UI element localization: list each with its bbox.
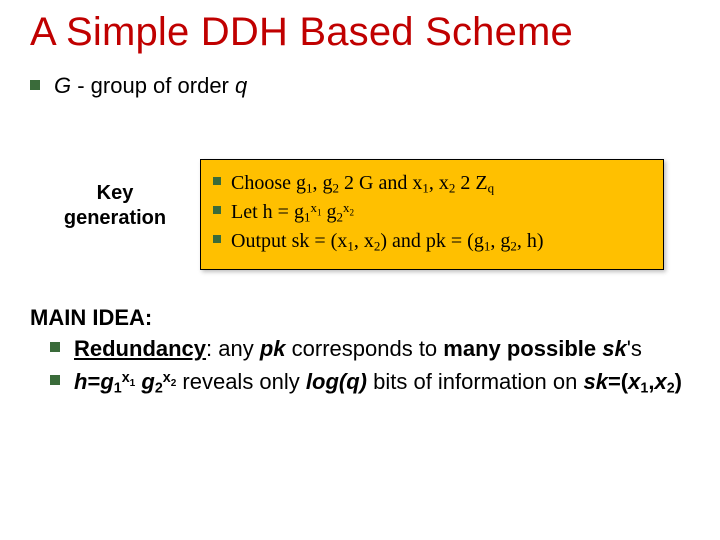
t: ) — [537, 230, 544, 252]
mi1-text: Redundancy: any pk corresponds to many p… — [74, 335, 642, 364]
t: sk — [292, 230, 310, 252]
t: G — [359, 172, 373, 194]
t: bits of information on — [367, 369, 583, 394]
t: 's — [627, 336, 642, 361]
slide-title: A Simple DDH Based Scheme — [30, 10, 690, 55]
t: : any — [206, 336, 260, 361]
t: , — [429, 172, 439, 194]
t: Redundancy — [74, 336, 206, 361]
bullet-icon — [213, 206, 221, 214]
t: reveals only — [176, 369, 306, 394]
kg-item-output: Output sk = (x1, x2) and pk = (g1, g2, h… — [213, 228, 653, 255]
keygen-label: Key generation — [30, 159, 200, 231]
main-idea-item-2: h=g1x1 g2x2 reveals only log(q) bits of … — [50, 368, 690, 398]
t: 1 — [114, 380, 122, 396]
t: = — [87, 369, 100, 394]
t: g — [500, 230, 510, 252]
keygen-block: Key generation Choose g1, g2 2 G and x1,… — [30, 159, 690, 270]
intro-G: G — [54, 73, 71, 98]
t: h — [263, 201, 273, 223]
t: Let — [231, 201, 263, 223]
t: g — [326, 201, 336, 223]
t: sk — [602, 336, 626, 361]
t: x — [654, 369, 666, 394]
mi2-text: h=g1x1 g2x2 reveals only log(q) bits of … — [74, 368, 682, 398]
slide: A Simple DDH Based Scheme G - group of o… — [0, 0, 720, 540]
kg-choose-text: Choose g1, g2 2 G and x1, x2 2 Zq — [231, 170, 494, 197]
t: 2 — [339, 172, 359, 194]
kg-item-choose: Choose g1, g2 2 G and x1, x2 2 Zq — [213, 170, 653, 197]
bullet-icon — [50, 375, 60, 385]
t: and — [373, 172, 412, 194]
kg-l2: generation — [64, 207, 166, 229]
t: x — [122, 370, 130, 386]
t: ) — [675, 369, 682, 394]
t: h — [527, 230, 537, 252]
keygen-box: Choose g1, g2 2 G and x1, x2 2 Zq Let h … — [200, 159, 664, 270]
t: x — [364, 230, 374, 252]
intro-mid: - group of order — [71, 73, 235, 98]
t: g — [294, 201, 304, 223]
t: =( — [608, 369, 628, 394]
kg-item-let: Let h = g1x1 g2x2 — [213, 199, 653, 226]
t: g — [141, 369, 154, 394]
t: corresponds to — [286, 336, 444, 361]
main-idea-item-1: Redundancy: any pk corresponds to many p… — [50, 335, 690, 364]
t: , — [490, 230, 500, 252]
t: x — [439, 172, 449, 194]
bullet-icon — [213, 177, 221, 185]
t: g — [296, 172, 306, 194]
t: Choose — [231, 172, 296, 194]
t: 2 — [667, 380, 675, 396]
t: g — [100, 369, 113, 394]
t: many possible — [443, 336, 602, 361]
t: x — [337, 230, 347, 252]
t: h — [74, 369, 87, 394]
main-idea-block: MAIN IDEA: Redundancy: any pk correspond… — [30, 305, 690, 398]
t: = ( — [309, 230, 337, 252]
bullet-icon — [30, 80, 40, 90]
t: pk — [260, 336, 286, 361]
t: , — [354, 230, 364, 252]
kg-out-text: Output sk = (x1, x2) and pk = (g1, g2, h… — [231, 228, 543, 255]
t: Z — [475, 172, 487, 194]
t: g — [474, 230, 484, 252]
t: , — [313, 172, 323, 194]
t: x — [412, 172, 422, 194]
t: 2 — [155, 380, 163, 396]
kg-let-text: Let h = g1x1 g2x2 — [231, 199, 354, 226]
t: log(q) — [306, 369, 367, 394]
t: 2 — [349, 208, 354, 218]
t: pk — [426, 230, 446, 252]
t: x — [163, 370, 171, 386]
t: x — [628, 369, 640, 394]
t: ) and — [380, 230, 426, 252]
t: sk — [583, 369, 607, 394]
kg-l1: Key — [97, 182, 134, 204]
t: 2 — [455, 172, 475, 194]
t: = — [273, 201, 294, 223]
bullet-icon — [50, 342, 60, 352]
intro-q: q — [235, 73, 247, 98]
t: Output — [231, 230, 292, 252]
t: q — [488, 180, 495, 195]
t: g — [323, 172, 333, 194]
main-idea-head: MAIN IDEA: — [30, 305, 690, 331]
intro-row: G - group of order q — [30, 73, 690, 99]
intro-text: G - group of order q — [54, 73, 247, 99]
t: , — [517, 230, 527, 252]
t: = ( — [446, 230, 474, 252]
bullet-icon — [213, 235, 221, 243]
